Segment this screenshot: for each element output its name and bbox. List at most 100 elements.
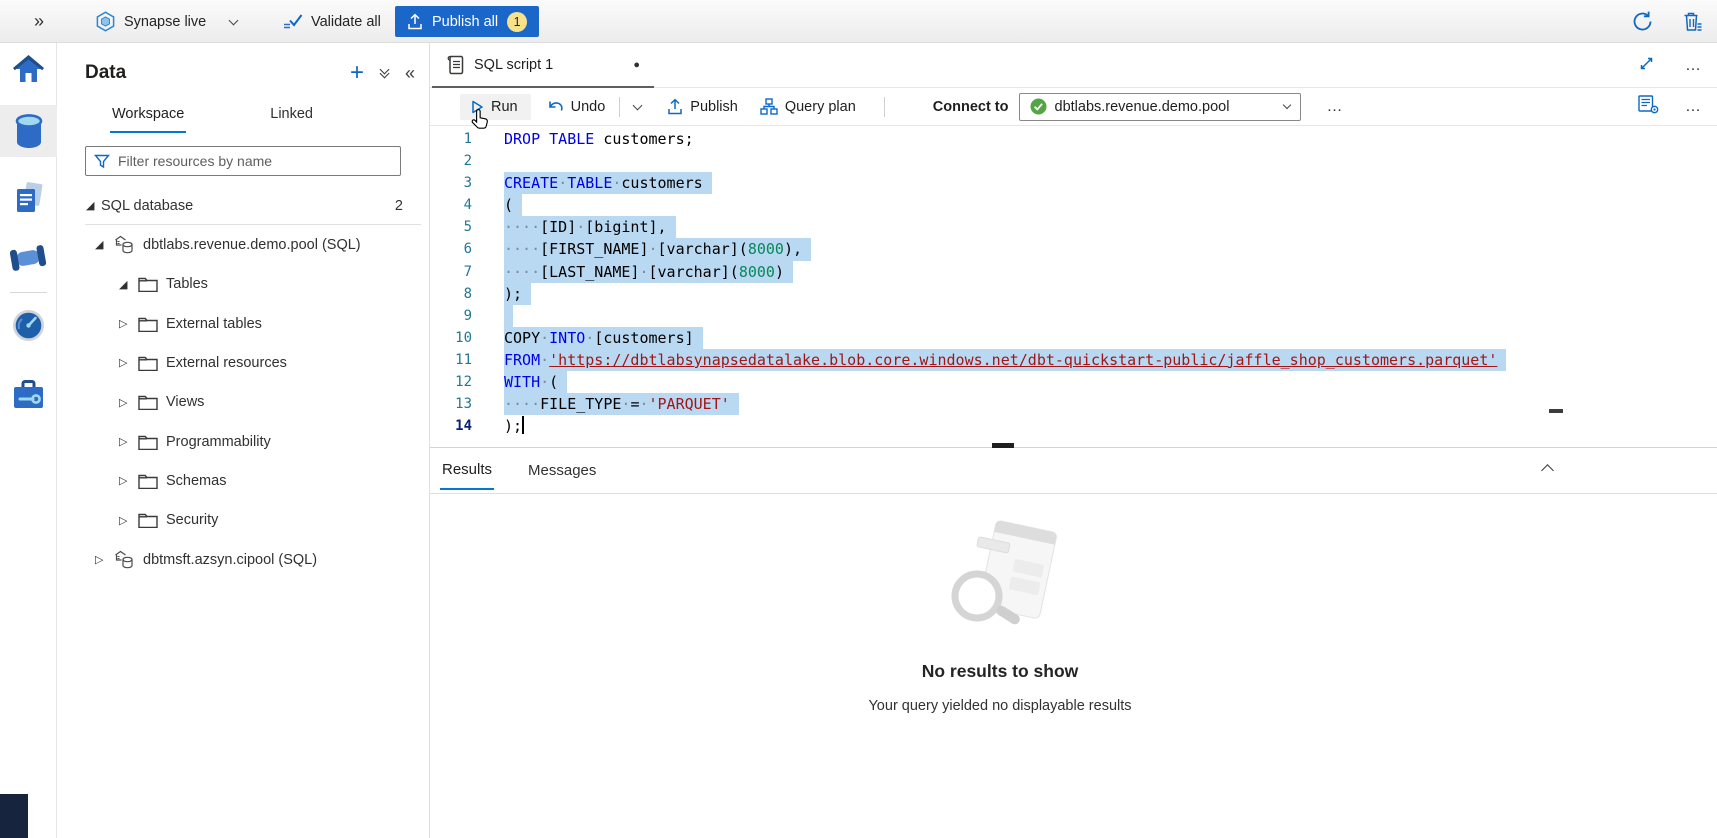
collapse-arrow-icon[interactable]: ◢ [86,199,101,212]
code-line-text: ····[ID]·[bigint], [504,216,676,238]
expand-arrow-icon[interactable]: ▷ [119,356,134,369]
tree-item-external-tables[interactable]: ▷ External tables [57,304,429,343]
code-line-1[interactable]: 1DROP TABLE customers; [430,128,1717,150]
code-line-9[interactable]: 9​ [430,305,1717,327]
refresh-button[interactable] [1631,0,1654,43]
mode-selector[interactable]: Synapse live [95,0,237,43]
code-line-text: ); [504,415,524,437]
line-number: 14 [430,415,472,437]
toolbar-more-button[interactable]: … [1327,98,1345,116]
filter-resources-input[interactable] [118,153,392,169]
tree-item-tables[interactable]: ◢ Tables [57,265,429,304]
tree-item-label: External tables [166,316,262,332]
expand-menu-icon[interactable]: » [34,0,44,43]
document-tab-row: SQL script 1 ● … [430,43,1717,88]
panel-more-button[interactable]: … [1685,98,1703,116]
query-plan-label: Query plan [785,99,856,115]
pool-selector[interactable]: dbtlabs.revenue.demo.pool [1019,93,1301,121]
tree-item-dbtlabs-revenue-demo-pool-sql[interactable]: ◢dbtlabs.revenue.demo.pool (SQL) [57,225,429,264]
query-plan-icon [760,98,778,115]
nav-item-integrate[interactable] [0,232,57,284]
home-icon [12,54,45,85]
collapse-results-button[interactable] [1543,462,1552,480]
tree-item-label: dbtmsft.azsyn.cipool (SQL) [143,552,317,568]
undo-button[interactable]: Undo [547,99,606,115]
nav-item-develop[interactable] [0,171,57,223]
nav-item-data[interactable] [0,105,57,157]
code-line-text: ····[FIRST_NAME]·[varchar](8000), [504,238,811,260]
tab-sql-script-1[interactable]: SQL script 1 ● [432,43,654,88]
develop-icon [14,181,44,214]
code-line-13[interactable]: 13····FILE_TYPE·=·'PARQUET' [430,393,1717,415]
code-line-11[interactable]: 11FROM·'https://dbtlabsynapsedatalake.bl… [430,349,1717,371]
code-line-14[interactable]: 14); [430,415,1717,437]
undo-dropdown-button[interactable] [634,105,641,109]
tree-item-security[interactable]: ▷Security [57,501,429,540]
code-line-7[interactable]: 7····[LAST_NAME]·[varchar](8000) [430,261,1717,283]
filter-box [85,146,401,176]
expand-arrow-icon[interactable]: ▷ [95,553,110,566]
line-number: 4 [430,194,472,216]
publish-button[interactable]: Publish [667,98,738,115]
expand-arrow-icon[interactable]: ▷ [119,317,134,330]
publish-all-icon [407,13,423,30]
chevron-down-icon[interactable] [229,15,239,25]
tab-more-actions-button[interactable]: … [1685,57,1703,75]
code-line-10[interactable]: 10COPY·INTO·[customers] [430,327,1717,349]
expand-arrow-icon[interactable]: ▷ [119,396,134,409]
nav-item-manage[interactable] [0,369,57,421]
discard-all-button[interactable] [1682,0,1703,43]
line-number: 13 [430,393,472,415]
tree-item-programmability[interactable]: ▷Programmability [57,422,429,461]
editor-toolbar: Run Undo Publish [430,88,1717,126]
run-button[interactable]: Run [460,94,531,120]
tree-item-sql-database[interactable]: ◢SQL database2 [57,186,429,225]
line-number: 2 [430,150,472,172]
tree-item-views[interactable]: ▷Views [57,383,429,422]
code-line-8[interactable]: 8); [430,283,1717,305]
tab-workspace[interactable]: Workspace [110,100,186,133]
tree-item-count: 2 [395,198,429,214]
tree-item-label: Tables [166,276,208,292]
expand-arrow-icon[interactable]: ▷ [119,435,134,448]
screen-corner-block [0,794,28,838]
folder-icon [138,434,158,450]
validate-all-button[interactable]: Validate all [282,0,381,43]
folder-icon [138,394,158,410]
code-line-3[interactable]: 3CREATE·TABLE·customers [430,172,1717,194]
tab-messages[interactable]: Messages [526,452,598,489]
expand-arrow-icon[interactable]: ▷ [119,474,134,487]
expand-arrow-icon[interactable]: ▷ [119,514,134,527]
publish-all-button[interactable]: Publish all 1 [395,6,539,37]
sidebar-tabs: Workspace Linked [110,100,315,133]
code-line-text: ····[LAST_NAME]·[varchar](8000) [504,261,793,283]
code-line-5[interactable]: 5····[ID]·[bigint], [430,216,1717,238]
code-line-6[interactable]: 6····[FIRST_NAME]·[varchar](8000), [430,238,1717,260]
tab-linked[interactable]: Linked [268,100,315,133]
code-line-text: ​ [504,305,513,327]
tree-item-external-resources[interactable]: ▷External resources [57,343,429,382]
collapse-panel-icon[interactable]: « [405,63,415,84]
collapse-arrow-icon[interactable]: ◢ [95,238,110,251]
nav-item-home[interactable] [0,43,57,95]
tree-item-dbtmsft-azsyn-cipool-sql[interactable]: ▷ dbtmsft.azsyn.cipool (SQL) [57,540,429,579]
properties-button[interactable] [1638,95,1659,118]
folder-icon [138,512,158,528]
code-line-2[interactable]: 2 [430,150,1717,172]
pool-name: dbtlabs.revenue.demo.pool [1055,99,1276,115]
code-line-4[interactable]: 4( [430,194,1717,216]
expand-editor-button[interactable] [1638,55,1655,77]
tree-item-schemas[interactable]: ▷Schemas [57,461,429,500]
nav-item-monitor[interactable] [0,299,57,351]
code-line-12[interactable]: 12WITH·( [430,371,1717,393]
left-nav-rail [0,43,57,838]
tab-results[interactable]: Results [440,451,494,490]
query-plan-button[interactable]: Query plan [760,98,856,115]
collapse-all-icon[interactable] [381,70,388,77]
refresh-icon [1631,10,1654,33]
add-resource-button[interactable]: + [350,63,364,83]
sql-code-editor[interactable]: 1DROP TABLE customers;23CREATE·TABLE·cus… [430,126,1717,447]
collapse-arrow-icon[interactable]: ◢ [119,278,134,291]
unsaved-dot-icon: ● [633,59,640,71]
code-line-text: COPY·INTO·[customers] [504,327,703,349]
